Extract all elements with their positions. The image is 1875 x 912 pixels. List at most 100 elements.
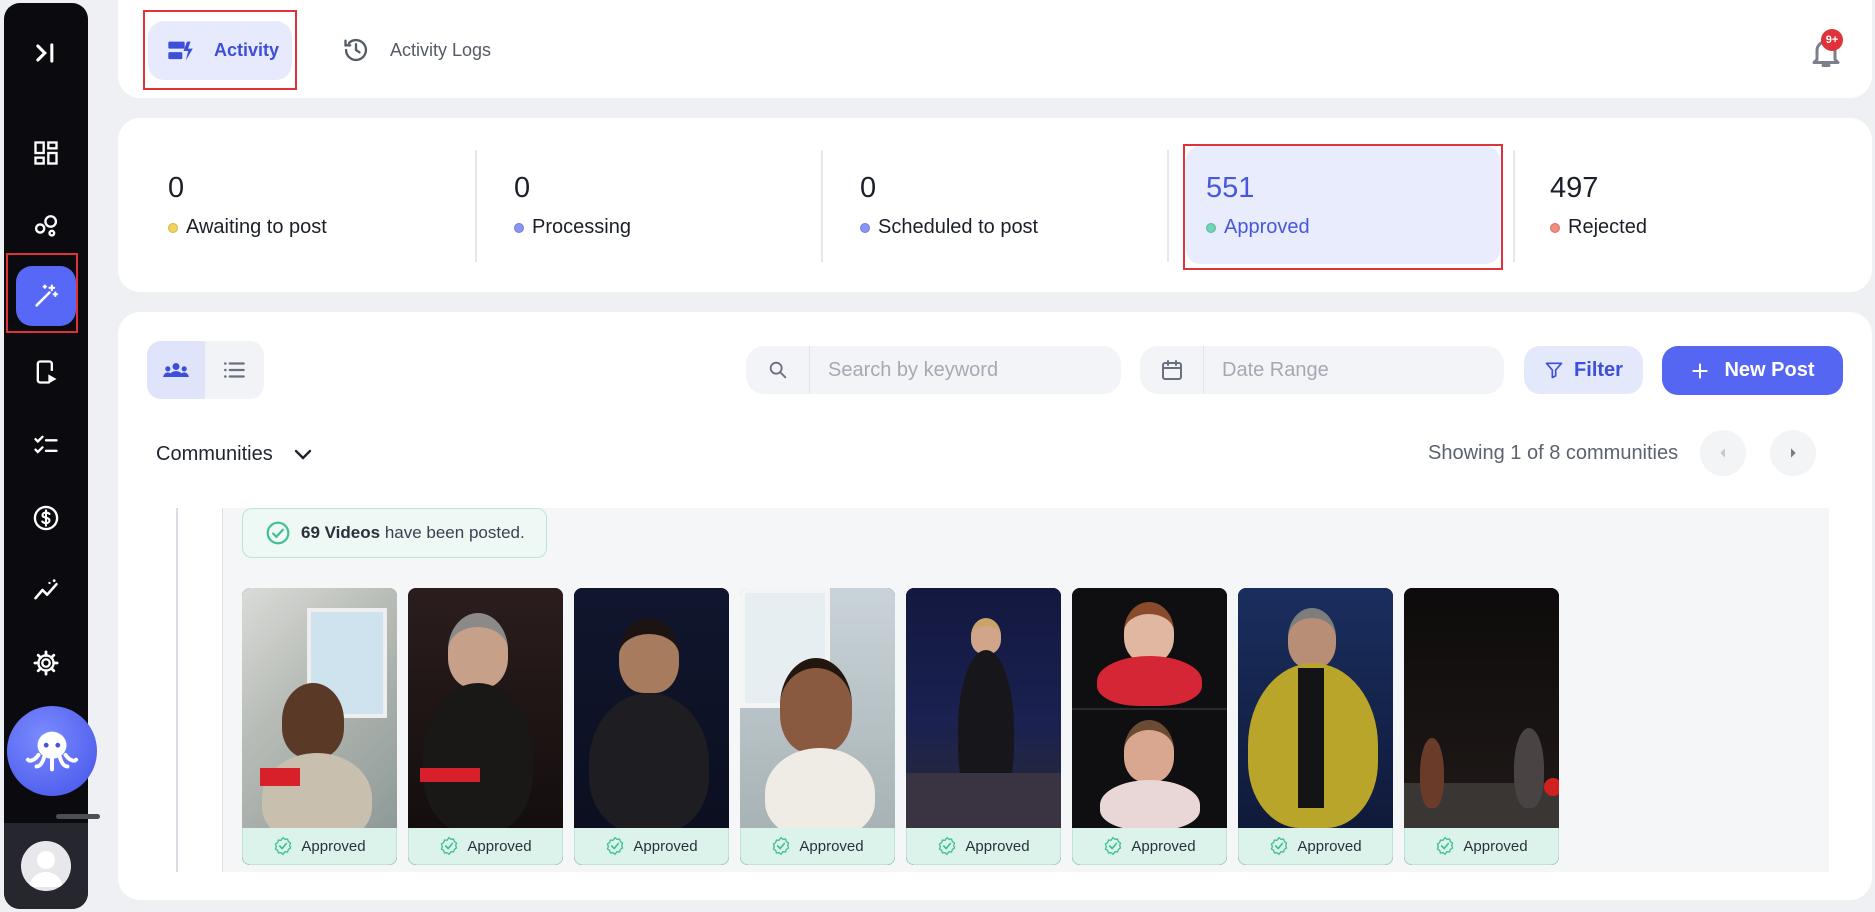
octopus-icon (25, 731, 79, 772)
stat-scheduled[interactable]: 0 Scheduled to post (840, 146, 1160, 266)
caption-tag (420, 768, 480, 782)
expand-sidebar-button[interactable] (14, 21, 78, 85)
shirt-shape (1298, 668, 1324, 808)
video-card[interactable]: Approved (1072, 588, 1227, 865)
sidebar-item-dashboard[interactable] (14, 121, 78, 185)
stat-label-row: Processing (514, 216, 631, 239)
sidebar-item-tasks[interactable] (14, 413, 78, 477)
list-view-button[interactable] (205, 341, 263, 399)
stat-value: 0 (168, 172, 185, 204)
communities-dropdown[interactable]: Communities (156, 442, 315, 466)
sidebar-item-videos[interactable] (14, 340, 78, 404)
tab-activity-logs[interactable]: Activity Logs (342, 30, 491, 70)
stat-rejected[interactable]: 497 Rejected (1530, 146, 1850, 266)
communities-label: Communities (156, 442, 273, 465)
approved-label: Approved (799, 837, 864, 855)
stat-processing[interactable]: 0 Processing (494, 146, 814, 266)
stat-value: 0 (860, 172, 877, 204)
search-icon-box (746, 346, 810, 394)
status-dot (1550, 222, 1560, 233)
approved-badge: Approved (740, 828, 895, 865)
assistant-button[interactable] (7, 706, 97, 796)
approved-badge: Approved (242, 828, 397, 865)
tab-highlight (143, 10, 297, 90)
stat-label-row: Awaiting to post (168, 216, 327, 239)
video-thumbnail (1238, 588, 1393, 828)
verified-icon (441, 836, 458, 856)
mobile-video-icon (36, 360, 57, 384)
red-dot-shape (1544, 778, 1559, 796)
gear-icon (33, 650, 59, 676)
sidebar-item-analytics[interactable] (14, 558, 78, 622)
approved-label: Approved (965, 837, 1030, 855)
sidebar-profile[interactable] (4, 823, 88, 909)
person-head (619, 618, 679, 693)
view-toggle (147, 341, 264, 399)
video-thumbnail (408, 588, 563, 833)
verified-icon (1271, 836, 1288, 856)
chevron-left-icon (1720, 448, 1725, 458)
next-page-button[interactable] (1770, 430, 1816, 476)
approved-badge: Approved (574, 828, 729, 865)
video-thumbnail (242, 588, 397, 843)
sidebar-item-billing[interactable] (14, 486, 78, 550)
calendar-icon (1161, 360, 1182, 380)
date-range-field (1140, 346, 1504, 394)
person-figure (1514, 728, 1544, 808)
person-head (1124, 720, 1174, 782)
video-card[interactable]: Approved (1238, 588, 1393, 865)
person-body (589, 693, 709, 833)
verified-icon (773, 836, 790, 856)
stat-label: Rejected (1568, 216, 1647, 238)
video-card[interactable]: Approved (574, 588, 729, 865)
person-body (765, 748, 875, 838)
video-card[interactable]: Approved (740, 588, 895, 865)
verified-icon (607, 836, 624, 856)
grid-view-button[interactable] (147, 341, 205, 399)
search-field (746, 346, 1121, 394)
approved-label: Approved (1131, 837, 1196, 855)
approved-badge: Approved (1404, 828, 1559, 865)
approved-label: Approved (1297, 837, 1362, 855)
posted-text: have been posted. (384, 523, 525, 542)
person-head (1288, 608, 1336, 668)
filter-button[interactable]: Filter (1524, 346, 1643, 394)
new-post-button[interactable]: New Post (1662, 346, 1843, 395)
dashboard-icon (34, 141, 58, 165)
previous-page-button[interactable] (1700, 430, 1746, 476)
tab-activity-logs-label: Activity Logs (390, 39, 492, 60)
posted-summary: 69 Videos have been posted. (242, 508, 547, 558)
posted-text-wrap: 69 Videos have been posted. (301, 523, 525, 543)
sidebar-item-communities[interactable] (14, 193, 78, 257)
stat-awaiting[interactable]: 0 Awaiting to post (148, 146, 468, 266)
date-range-input[interactable] (1204, 358, 1504, 382)
stat-divider (821, 150, 823, 262)
approved-badge: Approved (408, 828, 563, 865)
check-circle-icon (266, 521, 290, 545)
analytics-icon (34, 579, 58, 600)
approved-badge: Approved (1238, 828, 1393, 865)
avatar[interactable] (21, 841, 71, 891)
video-card[interactable]: Approved (1404, 588, 1559, 865)
group-icon (163, 363, 189, 377)
search-input[interactable] (810, 358, 1110, 382)
list-icon (224, 362, 245, 378)
stat-value: 0 (514, 172, 531, 204)
status-dot (514, 222, 524, 233)
person-head (282, 683, 344, 758)
stat-label-row: Scheduled to post (860, 216, 1038, 239)
caption-tag (260, 768, 300, 786)
history-icon (344, 38, 368, 62)
checklist-icon (34, 435, 58, 454)
bubbles-icon (34, 215, 58, 237)
approved-label: Approved (301, 837, 366, 855)
video-thumbnail (1072, 588, 1227, 830)
person-head (448, 613, 508, 688)
video-card[interactable]: Approved (906, 588, 1061, 865)
sidebar-active-highlight (6, 253, 78, 333)
pagination-status: Showing 1 of 8 communities (1428, 442, 1679, 464)
sidebar-item-settings[interactable] (14, 631, 78, 695)
video-card[interactable]: Approved (408, 588, 563, 865)
video-card[interactable]: Approved (242, 588, 397, 865)
verified-icon (1105, 836, 1122, 856)
